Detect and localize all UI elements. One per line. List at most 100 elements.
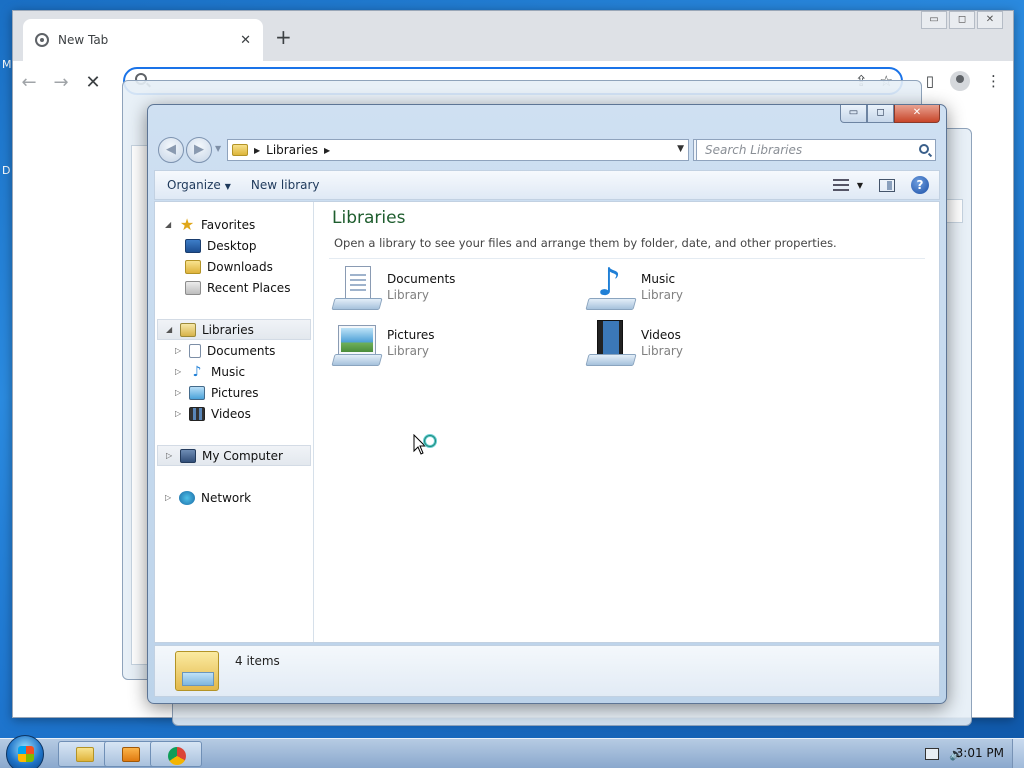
- taskbar-chrome[interactable]: [150, 741, 202, 767]
- nav-music[interactable]: ▷ ♪ Music: [175, 361, 245, 382]
- page-title: Libraries: [332, 208, 406, 228]
- search-input[interactable]: Search Libraries: [696, 139, 936, 161]
- desktop-icon-label[interactable]: M: [2, 58, 12, 71]
- show-desktop-button[interactable]: [1012, 739, 1024, 768]
- navigation-pane: ◢ ★ Favorites Desktop Downloads Recent P…: [155, 202, 314, 642]
- collapsed-arrow-icon[interactable]: ▷: [166, 451, 174, 460]
- pictures-library-icon: [331, 320, 383, 368]
- tab-title: New Tab: [58, 33, 109, 47]
- maximize-button[interactable]: ◻: [867, 105, 894, 123]
- collapsed-arrow-icon[interactable]: ▷: [165, 493, 173, 502]
- desktop-icon-label[interactable]: D: [2, 164, 10, 177]
- breadcrumb-libraries[interactable]: Libraries: [266, 143, 318, 157]
- address-bar[interactable]: ▶ Libraries ▶ ▼: [227, 139, 689, 161]
- back-button[interactable]: ←: [13, 72, 45, 93]
- menu-kebab-icon[interactable]: ⋮: [986, 72, 1001, 90]
- back-arrow-icon[interactable]: ◀: [158, 137, 184, 163]
- organize-label: Organize: [167, 178, 221, 192]
- tile-name: Music: [641, 272, 676, 286]
- taskbar-clock[interactable]: 3:01 PM: [956, 746, 1004, 760]
- divider: [329, 258, 925, 259]
- nav-videos[interactable]: ▷ Videos: [175, 403, 251, 424]
- search-icon[interactable]: [919, 144, 929, 154]
- tile-name: Pictures: [387, 328, 435, 342]
- documents-library-icon: [331, 264, 383, 312]
- minimize-button[interactable]: ▭: [921, 11, 947, 29]
- address-dropdown-icon[interactable]: ▼: [677, 144, 684, 154]
- help-icon[interactable]: ?: [911, 176, 929, 194]
- chevron-down-icon: ▼: [224, 182, 231, 191]
- chrome-toolbar-right: ▯ ⋮: [926, 71, 1001, 91]
- picture-frame-shape: [339, 326, 375, 354]
- recent-pages-dropdown-icon[interactable]: ▼: [215, 144, 221, 153]
- nav-desktop[interactable]: Desktop: [185, 235, 257, 256]
- details-pane: 4 items: [154, 645, 940, 697]
- nav-downloads[interactable]: Downloads: [185, 256, 273, 277]
- chevron-down-icon: ▼: [856, 180, 863, 190]
- command-bar-right: ▼ ?: [832, 176, 929, 194]
- collapsed-arrow-icon[interactable]: ▷: [175, 367, 183, 376]
- library-tile-music[interactable]: ♪ Music Library: [585, 262, 817, 316]
- explorer-window: ▭ ◻ ✕ ◀ ▶ ▼ ▶ Libraries ▶ ▼ ⇄ Search Lib…: [147, 104, 947, 704]
- close-button[interactable]: ✕: [977, 11, 1003, 29]
- busy-cursor-icon: [413, 434, 437, 455]
- collapsed-arrow-icon[interactable]: ▷: [175, 388, 183, 397]
- network-tray-icon[interactable]: [925, 748, 940, 760]
- nav-my-computer[interactable]: ▷ My Computer: [157, 445, 311, 466]
- taskbar-file-explorer[interactable]: [58, 741, 110, 767]
- breadcrumb-separator-icon[interactable]: ▶: [254, 146, 260, 155]
- nav-pictures[interactable]: ▷ Pictures: [175, 382, 259, 403]
- nav-network[interactable]: ▷ Network: [165, 487, 251, 508]
- change-view-button[interactable]: ▼: [832, 179, 863, 191]
- chrome-icon: [168, 747, 186, 765]
- network-globe-icon: [179, 490, 195, 505]
- profile-avatar-icon[interactable]: [950, 71, 970, 91]
- maximize-button[interactable]: ◻: [949, 11, 975, 29]
- library-base-shape: [585, 298, 637, 310]
- command-bar: Organize ▼ New library ▼ ?: [154, 170, 940, 200]
- nav-label: Music: [211, 364, 246, 379]
- nav-documents[interactable]: ▷ Documents: [175, 340, 275, 361]
- tab-close-icon[interactable]: ✕: [240, 33, 251, 48]
- chrome-tab-newtab[interactable]: New Tab ✕: [23, 19, 263, 61]
- libraries-folder-icon: [175, 651, 219, 691]
- document-page-shape: [345, 266, 371, 300]
- library-base-shape: [331, 354, 383, 366]
- tile-name: Videos: [641, 328, 681, 342]
- new-tab-button[interactable]: +: [275, 25, 292, 49]
- new-library-button[interactable]: New library: [241, 178, 330, 192]
- forward-arrow-icon[interactable]: ▶: [186, 137, 212, 163]
- navigation-row: ◀ ▶ ▼ ▶ Libraries ▶ ▼ ⇄ Search Libraries: [156, 135, 938, 165]
- nav-label: My Computer: [202, 448, 283, 463]
- forward-button[interactable]: →: [45, 72, 77, 93]
- expanded-arrow-icon[interactable]: ◢: [166, 325, 174, 334]
- collapsed-arrow-icon[interactable]: ▷: [175, 409, 183, 418]
- library-base-shape: [331, 298, 383, 310]
- nav-favorites[interactable]: ◢ ★ Favorites: [165, 214, 255, 235]
- tile-type: Library: [641, 344, 683, 358]
- taskbar: 🔈 3:01 PM: [0, 735, 1024, 768]
- folder-icon: [76, 747, 94, 762]
- collapsed-arrow-icon[interactable]: ▷: [175, 346, 183, 355]
- close-button[interactable]: ✕: [894, 105, 940, 123]
- nav-label: Downloads: [207, 259, 273, 274]
- library-tile-videos[interactable]: Videos Library: [585, 320, 817, 372]
- stop-loading-button[interactable]: ✕: [77, 72, 109, 93]
- taskbar-media-player[interactable]: [104, 741, 156, 767]
- nav-label: Videos: [211, 406, 251, 421]
- minimize-button[interactable]: ▭: [840, 105, 867, 123]
- library-tile-documents[interactable]: Documents Library: [331, 264, 563, 316]
- nav-recent-places[interactable]: Recent Places: [185, 277, 290, 298]
- item-count: 4 items: [235, 654, 280, 668]
- libraries-icon: [180, 322, 196, 337]
- start-button[interactable]: [6, 735, 44, 768]
- nav-libraries[interactable]: ◢ Libraries: [157, 319, 311, 340]
- chrome-window-controls: ▭ ◻ ✕: [919, 11, 1003, 29]
- preview-pane-icon[interactable]: [879, 178, 895, 192]
- side-panel-icon[interactable]: ▯: [926, 72, 934, 90]
- organize-menu-button[interactable]: Organize ▼: [155, 178, 241, 192]
- library-tile-pictures[interactable]: Pictures Library: [331, 320, 563, 372]
- breadcrumb-separator-icon[interactable]: ▶: [324, 146, 330, 155]
- expanded-arrow-icon[interactable]: ◢: [165, 220, 173, 229]
- music-library-icon: ♪: [585, 262, 637, 312]
